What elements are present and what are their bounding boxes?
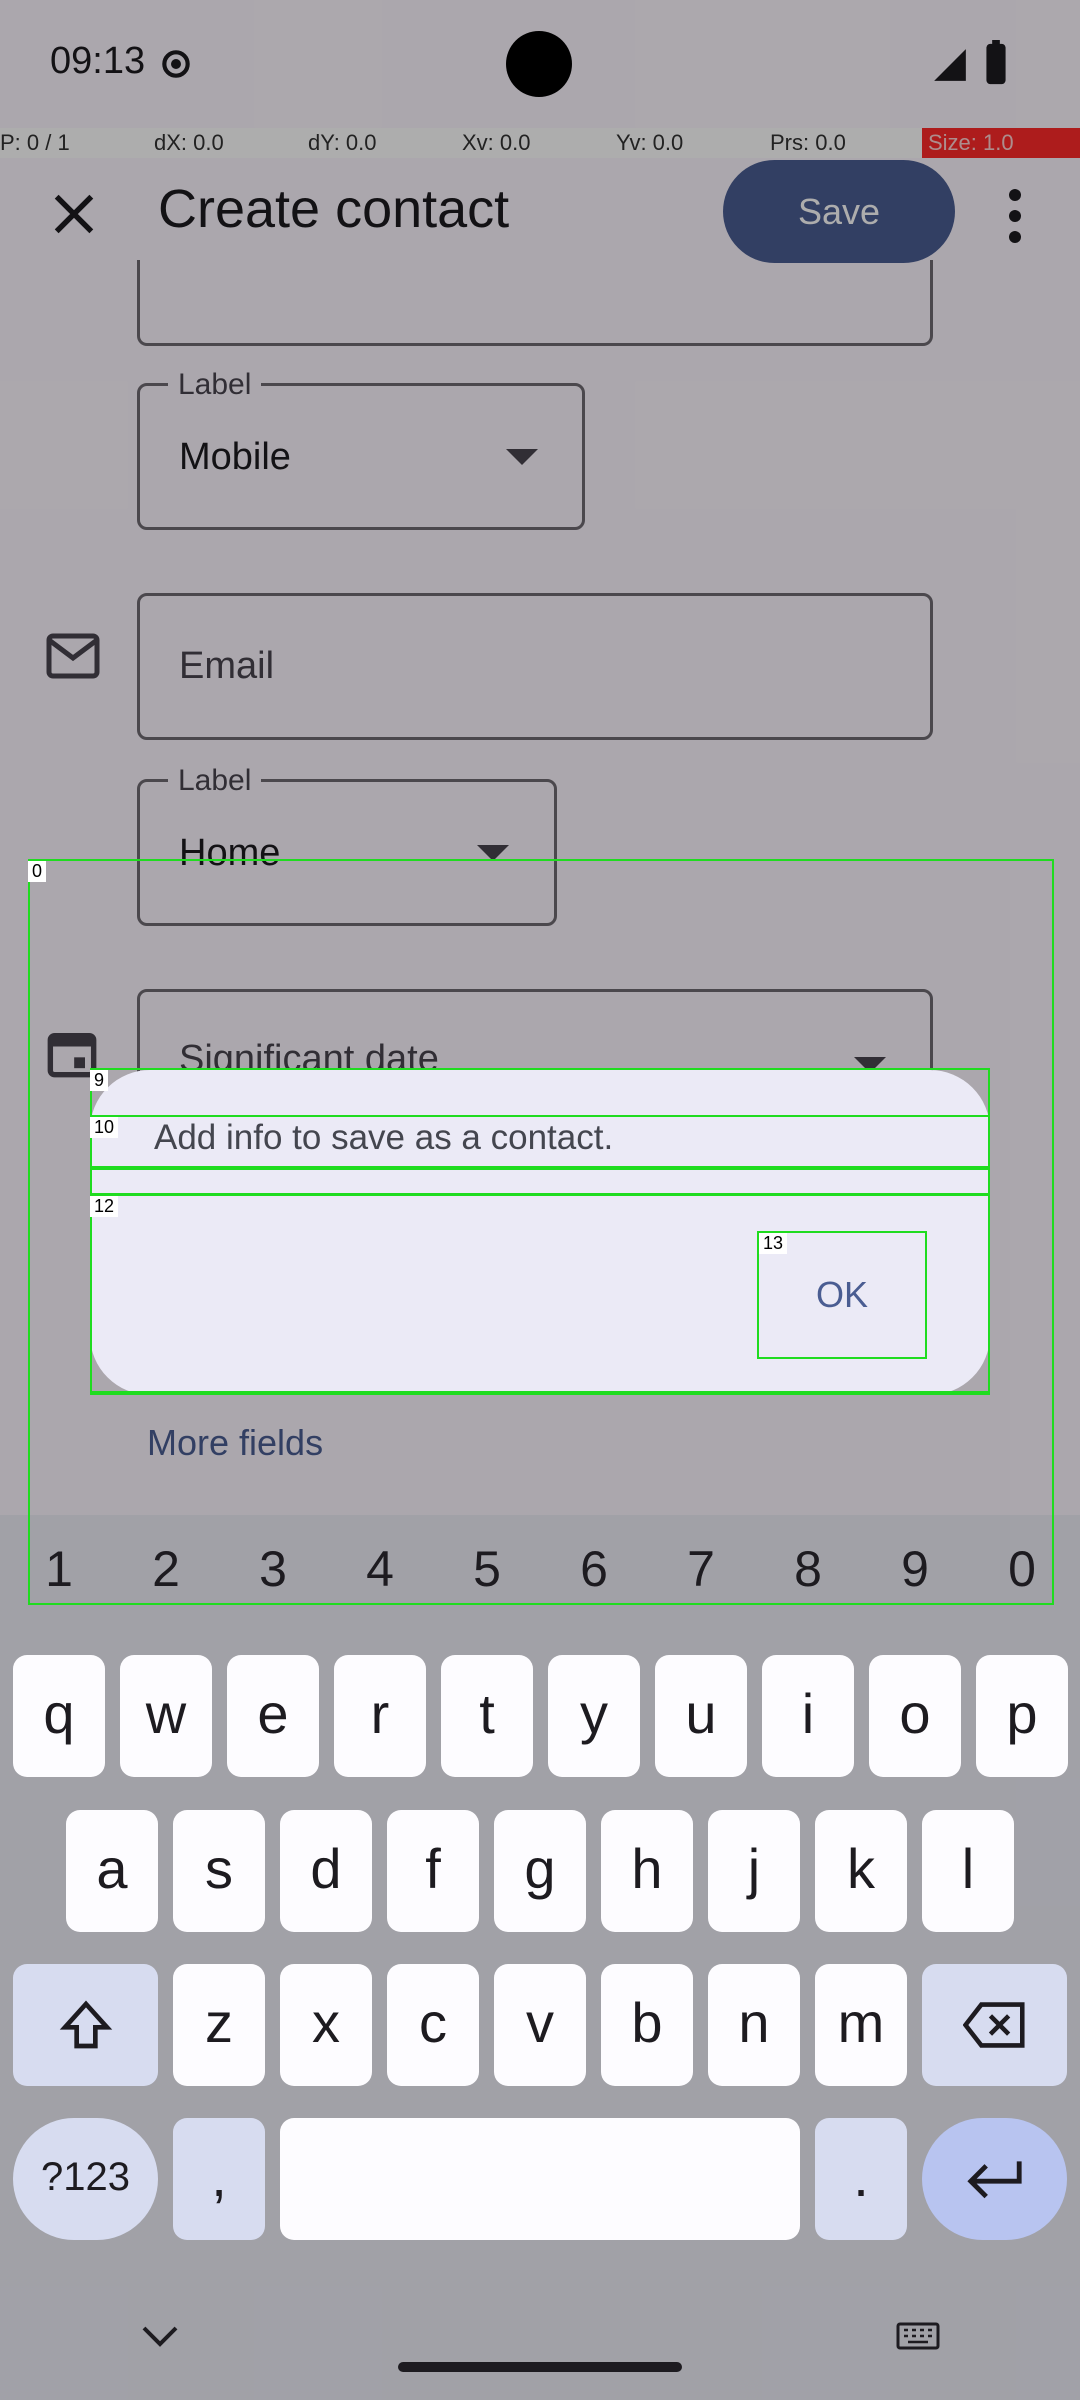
key-p[interactable]: p [976, 1655, 1068, 1777]
key-l[interactable]: l [922, 1810, 1014, 1932]
overlay-box-11 [90, 1168, 990, 1195]
key-q[interactable]: q [13, 1655, 105, 1777]
key-8[interactable]: 8 [778, 1540, 838, 1598]
key-z[interactable]: z [173, 1964, 265, 2086]
backspace-key[interactable] [922, 1964, 1067, 2086]
key-e[interactable]: e [227, 1655, 319, 1777]
overlay-label-10: 10 [90, 1117, 119, 1138]
gesture-navigation-bar[interactable] [398, 2362, 682, 2372]
key-4[interactable]: 4 [350, 1540, 410, 1598]
key-n[interactable]: n [708, 1964, 800, 2086]
key-9[interactable]: 9 [885, 1540, 945, 1598]
key-6[interactable]: 6 [564, 1540, 624, 1598]
key-t[interactable]: t [441, 1655, 533, 1777]
key-d[interactable]: d [280, 1810, 372, 1932]
key-w[interactable]: w [120, 1655, 212, 1777]
key-u[interactable]: u [655, 1655, 747, 1777]
overlay-label-0: 0 [28, 861, 47, 882]
key-g[interactable]: g [494, 1810, 586, 1932]
key-c[interactable]: c [387, 1964, 479, 2086]
overlay-label-13: 13 [759, 1233, 788, 1254]
key-7[interactable]: 7 [671, 1540, 731, 1598]
key-v[interactable]: v [494, 1964, 586, 2086]
comma-key[interactable]: , [173, 2118, 265, 2240]
key-k[interactable]: k [815, 1810, 907, 1932]
key-a[interactable]: a [66, 1810, 158, 1932]
shift-icon [59, 2000, 112, 2049]
key-0[interactable]: 0 [992, 1540, 1052, 1598]
key-m[interactable]: m [815, 1964, 907, 2086]
shift-key[interactable] [13, 1964, 158, 2086]
overlay-box-10 [90, 1115, 990, 1168]
key-2[interactable]: 2 [136, 1540, 196, 1598]
hide-keyboard-icon[interactable] [140, 2324, 180, 2348]
enter-key[interactable] [922, 2118, 1067, 2240]
overlay-label-9: 9 [90, 1070, 109, 1091]
key-x[interactable]: x [280, 1964, 372, 2086]
period-key[interactable]: . [815, 2118, 907, 2240]
space-key[interactable] [280, 2118, 800, 2240]
key-1[interactable]: 1 [29, 1540, 89, 1598]
key-r[interactable]: r [334, 1655, 426, 1777]
backspace-icon [962, 2002, 1025, 2048]
key-i[interactable]: i [762, 1655, 854, 1777]
key-b[interactable]: b [601, 1964, 693, 2086]
keyboard-switch-icon[interactable] [896, 2322, 940, 2350]
key-s[interactable]: s [173, 1810, 265, 1932]
symbols-key[interactable]: ?123 [13, 2118, 158, 2240]
key-o[interactable]: o [869, 1655, 961, 1777]
key-f[interactable]: f [387, 1810, 479, 1932]
enter-icon [966, 2161, 1022, 2199]
overlay-label-12: 12 [90, 1196, 119, 1217]
key-3[interactable]: 3 [243, 1540, 303, 1598]
key-j[interactable]: j [708, 1810, 800, 1932]
key-h[interactable]: h [601, 1810, 693, 1932]
key-5[interactable]: 5 [457, 1540, 517, 1598]
key-y[interactable]: y [548, 1655, 640, 1777]
